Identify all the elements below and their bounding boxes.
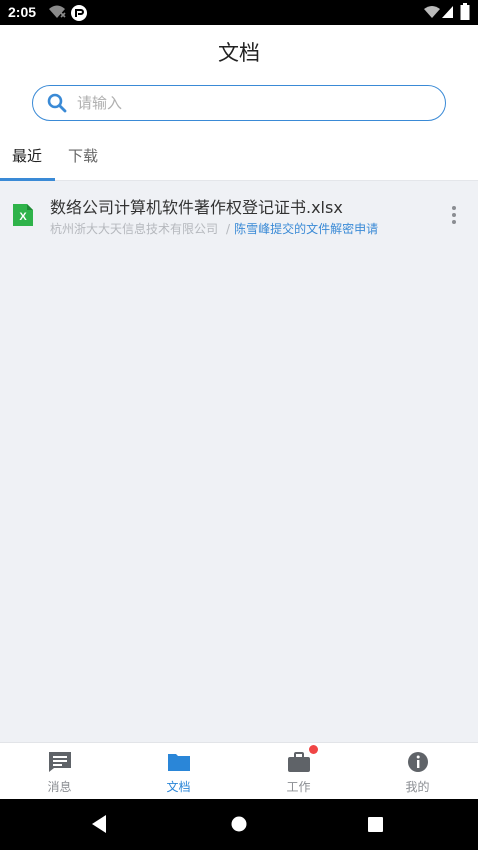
list-item[interactable]: X 数络公司计算机软件著作权登记证书.xlsx 杭州浙大大天信息技术有限公司 / 陈… xyxy=(0,182,478,242)
page-title: 文档 xyxy=(218,41,260,65)
file-meta: 杭州浙大大天信息技术有限公司 / 陈雪峰提交的文件解密申请 xyxy=(50,220,378,237)
nav-item-documents[interactable]: 文档 xyxy=(119,743,238,800)
home-icon[interactable] xyxy=(230,814,248,838)
recents-icon[interactable] xyxy=(367,814,385,838)
wifi-icon xyxy=(424,4,440,23)
wifi-off-icon xyxy=(48,4,66,24)
search-container xyxy=(0,75,478,133)
meta-separator: / xyxy=(226,222,231,236)
nav-label-profile: 我的 xyxy=(405,780,430,794)
search-bar[interactable] xyxy=(32,85,446,121)
folder-icon xyxy=(167,751,191,773)
battery-icon xyxy=(460,3,470,24)
excel-file-icon: X xyxy=(13,204,33,226)
app-notification-icon xyxy=(70,4,88,26)
work-notification-badge xyxy=(309,745,318,754)
file-organization: 杭州浙大大天信息技术有限公司 xyxy=(50,222,219,236)
tab-indicator xyxy=(0,178,55,181)
nav-label-work: 工作 xyxy=(286,780,311,794)
back-icon[interactable] xyxy=(90,814,108,838)
bottom-navigation: 消息 文档 工作 我的 xyxy=(0,742,478,799)
info-icon xyxy=(406,751,430,773)
file-name: 数络公司计算机软件著作权登记证书.xlsx xyxy=(50,198,343,217)
nav-item-messages[interactable]: 消息 xyxy=(0,743,119,800)
svg-text:X: X xyxy=(19,211,27,223)
message-icon xyxy=(48,751,72,773)
status-time: 2:05 xyxy=(8,4,37,20)
tab-download[interactable]: 下载 xyxy=(68,145,98,166)
tab-recent[interactable]: 最近 xyxy=(12,145,42,166)
nav-label-documents: 文档 xyxy=(166,780,191,794)
cell-signal-icon xyxy=(441,4,454,23)
status-bar: 2:05 xyxy=(0,0,478,25)
nav-item-profile[interactable]: 我的 xyxy=(358,743,477,800)
nav-label-messages: 消息 xyxy=(47,780,72,794)
search-icon xyxy=(47,93,67,117)
tab-bar: 最近 下载 xyxy=(0,133,478,181)
app-bar: 文档 xyxy=(0,25,478,75)
file-source-link[interactable]: 陈雪峰提交的文件解密申请 xyxy=(234,222,378,236)
search-input[interactable] xyxy=(77,90,417,116)
more-options-icon[interactable] xyxy=(448,204,460,226)
briefcase-icon xyxy=(287,751,311,773)
system-navigation-bar xyxy=(0,799,478,850)
nav-item-work[interactable]: 工作 xyxy=(239,743,358,800)
